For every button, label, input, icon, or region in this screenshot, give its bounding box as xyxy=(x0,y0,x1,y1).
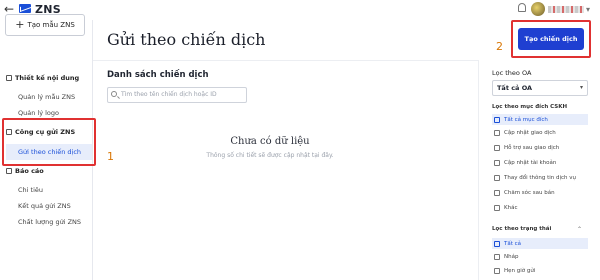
search-placeholder: Tìm theo tên chiến dịch hoặc ID xyxy=(121,91,217,98)
filter-item-label: Chăm sóc sau bán xyxy=(504,190,555,196)
chevron-down-icon: ▾ xyxy=(579,84,583,91)
campaign-list-title: Danh sách chiến dịch xyxy=(107,70,209,80)
sidebar-item-manage-logo[interactable]: Quản lý logo xyxy=(18,109,59,117)
filter-purpose-transaction-update[interactable]: Cập nhật giao dịch xyxy=(494,130,590,136)
notification-bell-icon[interactable] xyxy=(518,3,526,12)
filter-oa-label: Lọc theo OA xyxy=(492,69,532,77)
create-template-button[interactable]: + Tạo mẫu ZNS xyxy=(5,14,85,36)
draft-icon xyxy=(494,254,500,260)
annotation-highlight-1 xyxy=(2,118,96,166)
filter-item-label: Cập nhật tài khoản xyxy=(504,160,557,166)
filter-status-draft[interactable]: Nháp xyxy=(494,254,590,260)
filter-item-label: Cập nhật giao dịch xyxy=(504,130,556,136)
filter-purpose-other[interactable]: Khác xyxy=(494,205,590,211)
empty-state-subtitle: Thông số chi tiết sẽ được cập nhật tại đ… xyxy=(206,152,334,159)
search-icon xyxy=(111,91,117,97)
filter-purpose-all[interactable]: Tất cả mục đích xyxy=(492,114,588,125)
divider xyxy=(93,60,478,61)
filter-item-label: Tất cả xyxy=(504,240,522,247)
create-template-label: Tạo mẫu ZNS xyxy=(27,21,75,29)
filter-item-label: Hẹn giờ gửi xyxy=(504,268,536,274)
care-icon xyxy=(494,190,500,196)
report-icon xyxy=(6,168,12,174)
filter-item-label: Tất cả mục đích xyxy=(504,116,548,123)
oa-select[interactable]: Tất cả OA ▾ xyxy=(492,80,588,96)
filter-item-label: Hỗ trợ sau giao dịch xyxy=(504,145,560,151)
transaction-icon xyxy=(494,130,500,136)
annotation-marker-2: 2 xyxy=(496,40,503,53)
plus-icon: + xyxy=(15,18,25,31)
filter-item-label: Khác xyxy=(504,205,518,211)
filter-status-scheduled[interactable]: Hẹn giờ gửi xyxy=(494,268,590,274)
filter-status-label: Lọc theo trạng thái xyxy=(492,226,552,232)
sidebar-item-spending[interactable]: Chi tiêu xyxy=(18,186,43,194)
top-bar: ← ZNS ▾ xyxy=(0,0,600,20)
zns-logo-icon xyxy=(19,4,31,13)
filter-status-all[interactable]: Tất cả xyxy=(492,238,588,249)
create-campaign-button[interactable]: Tạo chiến dịch xyxy=(518,28,584,50)
sidebar-item-manage-templates[interactable]: Quản lý mẫu ZNS xyxy=(18,93,75,101)
design-icon xyxy=(6,75,12,81)
all-icon xyxy=(494,116,500,123)
filter-purpose-account-update[interactable]: Cập nhật tài khoản xyxy=(494,160,590,166)
empty-state-title: Chưa có dữ liệu xyxy=(230,136,310,147)
other-icon xyxy=(494,205,500,211)
chevron-up-icon[interactable]: ⌃ xyxy=(577,226,582,233)
sidebar-item-send-results[interactable]: Kết quả gửi ZNS xyxy=(18,202,71,210)
filter-purpose-label: Lọc theo mục đích CSKH xyxy=(492,104,568,110)
sidebar-section-content-design[interactable]: Thiết kế nội dung xyxy=(6,74,79,82)
chevron-down-icon[interactable]: ▾ xyxy=(586,5,590,14)
filter-purpose-post-transaction[interactable]: Hỗ trợ sau giao dịch xyxy=(494,145,590,151)
oa-select-value: Tất cả OA xyxy=(497,84,533,92)
sidebar-item-send-quality[interactable]: Chất lượng gửi ZNS xyxy=(18,218,81,226)
filter-purpose-service-change[interactable]: Thay đổi thông tin dịch vụ xyxy=(494,175,590,181)
sidebar-section-label: Báo cáo xyxy=(15,167,44,175)
annotation-marker-1: 1 xyxy=(107,150,114,163)
filter-purpose-aftersale[interactable]: Chăm sóc sau bán xyxy=(494,190,590,196)
account-icon xyxy=(494,160,500,166)
filter-item-label: Nháp xyxy=(504,254,519,260)
support-icon xyxy=(494,145,500,151)
all-icon xyxy=(494,240,500,247)
sidebar-section-reports[interactable]: Báo cáo xyxy=(6,167,44,175)
clock-icon xyxy=(494,268,500,274)
service-icon xyxy=(494,175,500,181)
sidebar-section-label: Thiết kế nội dung xyxy=(15,74,80,82)
user-name-redacted xyxy=(548,6,584,13)
filter-item-label: Thay đổi thông tin dịch vụ xyxy=(504,175,577,181)
page-title: Gửi theo chiến dịch xyxy=(107,30,266,49)
avatar[interactable] xyxy=(531,2,545,16)
search-input[interactable]: Tìm theo tên chiến dịch hoặc ID xyxy=(107,87,247,103)
